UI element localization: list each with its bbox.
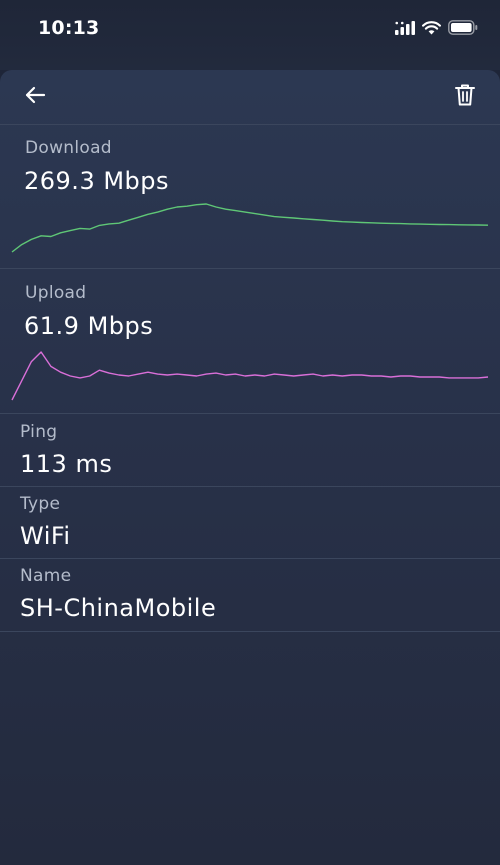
trash-icon	[454, 83, 476, 111]
result-sheet: Download 269.3 Mbps Upload 61.9 Mbps Pin…	[0, 70, 500, 865]
divider	[0, 631, 500, 632]
upload-value: 61.9 Mbps	[24, 312, 154, 340]
divider	[0, 486, 500, 487]
type-label: Type	[20, 494, 61, 514]
download-sparkline	[11, 203, 489, 253]
download-value: 269.3 Mbps	[24, 167, 170, 195]
type-value: WiFi	[20, 522, 71, 550]
name-label: Name	[20, 566, 72, 586]
nav-bar	[0, 70, 500, 124]
divider	[0, 124, 500, 125]
upload-label: Upload	[25, 283, 87, 303]
divider	[0, 268, 500, 269]
cellular-signal-icon	[395, 20, 415, 39]
download-label: Download	[25, 138, 112, 158]
battery-icon	[448, 19, 478, 39]
divider	[0, 413, 500, 414]
divider	[0, 558, 500, 559]
status-bar: 10:13	[0, 0, 500, 70]
download-line	[11, 203, 489, 253]
delete-button[interactable]	[450, 82, 480, 112]
arrow-left-icon	[23, 83, 47, 111]
upload-sparkline	[11, 351, 489, 401]
ping-value: 113 ms	[20, 450, 113, 478]
status-time: 10:13	[38, 17, 100, 39]
name-value: SH-ChinaMobile	[20, 594, 217, 622]
status-icons	[395, 19, 478, 39]
upload-line	[11, 351, 489, 401]
back-button[interactable]	[20, 82, 50, 112]
ping-label: Ping	[20, 422, 58, 442]
wifi-icon	[422, 20, 441, 39]
